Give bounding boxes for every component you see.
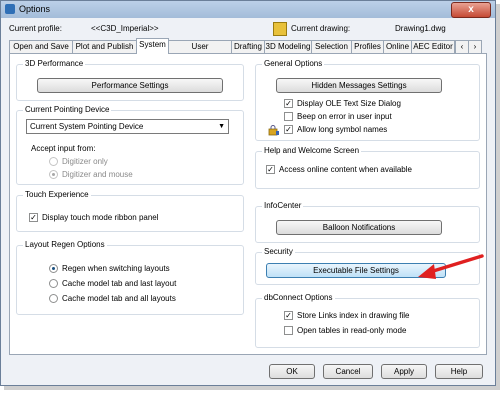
digitizer-only-label: Digitizer only bbox=[62, 157, 108, 166]
tab-scroll-left[interactable]: ‹ bbox=[455, 40, 469, 53]
lock-icon bbox=[268, 125, 279, 136]
cache-last-layout-label: Cache model tab and last layout bbox=[62, 279, 177, 288]
tab-drafting[interactable]: Drafting bbox=[231, 40, 265, 53]
window-title: Options bbox=[19, 4, 51, 14]
apply-button[interactable]: Apply bbox=[381, 364, 427, 379]
digitizer-and-mouse-label: Digitizer and mouse bbox=[62, 170, 133, 179]
touch-ribbon-label: Display touch mode ribbon panel bbox=[42, 213, 159, 222]
beep-on-error-checkbox[interactable]: Beep on error in user input bbox=[284, 112, 392, 121]
chevron-down-icon: ▼ bbox=[218, 123, 225, 130]
dbconnect-title: dbConnect Options bbox=[262, 293, 335, 302]
ok-button[interactable]: OK bbox=[269, 364, 315, 379]
regen-switching-radio[interactable]: Regen when switching layouts bbox=[49, 264, 170, 273]
3d-performance-group: 3D Performance Performance Settings bbox=[16, 59, 244, 101]
long-symbol-names-label: Allow long symbol names bbox=[297, 125, 388, 134]
tab-system[interactable]: System bbox=[136, 38, 169, 54]
radio-icon bbox=[49, 157, 58, 166]
online-content-checkbox[interactable]: ✓ Access online content when available bbox=[266, 165, 412, 174]
long-symbol-names-checkbox[interactable]: ✓ Allow long symbol names bbox=[284, 125, 387, 134]
store-links-label: Store Links index in drawing file bbox=[297, 311, 410, 320]
options-dialog: Options x Current profile: <<C3D_Imperia… bbox=[0, 0, 496, 386]
ole-text-size-label: Display OLE Text Size Dialog bbox=[297, 99, 401, 108]
close-button[interactable]: x bbox=[451, 2, 491, 18]
tab-plot-and-publish[interactable]: Plot and Publish bbox=[72, 40, 137, 53]
beep-on-error-label: Beep on error in user input bbox=[297, 112, 392, 121]
dbconnect-group: dbConnect Options ✓ Store Links index in… bbox=[255, 293, 480, 348]
digitizer-only-radio[interactable]: Digitizer only bbox=[49, 157, 108, 166]
tab-selection[interactable]: Selection bbox=[311, 40, 352, 53]
hidden-messages-button[interactable]: Hidden Messages Settings bbox=[276, 78, 442, 93]
drawing-icon bbox=[273, 22, 287, 36]
layout-regen-group: Layout Regen Options Regen when switchin… bbox=[16, 240, 244, 315]
online-content-label: Access online content when available bbox=[279, 165, 412, 174]
app-icon bbox=[5, 4, 15, 14]
red-arrow-annotation bbox=[418, 254, 484, 279]
tab-3d-modeling[interactable]: 3D Modeling bbox=[264, 40, 312, 53]
cache-all-layouts-label: Cache model tab and all layouts bbox=[62, 294, 176, 303]
checkmark-icon: ✓ bbox=[284, 125, 293, 134]
ole-text-size-checkbox[interactable]: ✓ Display OLE Text Size Dialog bbox=[284, 99, 401, 108]
balloon-notifications-button[interactable]: Balloon Notifications bbox=[276, 220, 442, 235]
touch-experience-title: Touch Experience bbox=[23, 190, 91, 199]
radio-icon bbox=[49, 264, 58, 273]
store-links-checkbox[interactable]: ✓ Store Links index in drawing file bbox=[284, 311, 410, 320]
checkmark-icon: ✓ bbox=[284, 311, 293, 320]
digitizer-and-mouse-radio[interactable]: Digitizer and mouse bbox=[49, 170, 133, 179]
pointing-device-select[interactable]: Current System Pointing Device ▼ bbox=[26, 119, 229, 134]
read-only-tables-checkbox[interactable]: Open tables in read-only mode bbox=[284, 326, 406, 335]
pointing-device-title: Current Pointing Device bbox=[23, 105, 112, 114]
drawing-value: Drawing1.dwg bbox=[395, 24, 446, 33]
checkbox-icon bbox=[284, 326, 293, 335]
security-title: Security bbox=[262, 247, 295, 256]
general-options-title: General Options bbox=[262, 59, 325, 68]
tab-open-and-save[interactable]: Open and Save bbox=[9, 40, 73, 53]
touch-experience-group: Touch Experience ✓ Display touch mode ri… bbox=[16, 190, 244, 232]
general-options-group: General Options Hidden Messages Settings… bbox=[255, 59, 480, 141]
profile-label: Current profile: bbox=[9, 24, 62, 33]
touch-ribbon-checkbox[interactable]: ✓ Display touch mode ribbon panel bbox=[29, 213, 159, 222]
checkmark-icon: ✓ bbox=[29, 213, 38, 222]
infocenter-title: InfoCenter bbox=[262, 201, 304, 210]
help-button[interactable]: Help bbox=[435, 364, 483, 379]
tab-aec-editor[interactable]: AEC Editor bbox=[411, 40, 455, 53]
radio-icon bbox=[49, 279, 58, 288]
cache-all-layouts-radio[interactable]: Cache model tab and all layouts bbox=[49, 294, 176, 303]
read-only-tables-label: Open tables in read-only mode bbox=[297, 326, 407, 335]
title-bar: Options x bbox=[1, 1, 495, 18]
checkmark-icon: ✓ bbox=[266, 165, 275, 174]
pointing-device-group: Current Pointing Device Current System P… bbox=[16, 105, 244, 185]
help-welcome-group: Help and Welcome Screen ✓ Access online … bbox=[255, 146, 480, 189]
cache-last-layout-radio[interactable]: Cache model tab and last layout bbox=[49, 279, 176, 288]
drawing-label: Current drawing: bbox=[291, 24, 351, 33]
help-welcome-title: Help and Welcome Screen bbox=[262, 146, 362, 155]
system-tab-panel: 3D Performance Performance Settings Curr… bbox=[9, 53, 487, 355]
layout-regen-title: Layout Regen Options bbox=[23, 240, 107, 249]
accept-input-label: Accept input from: bbox=[31, 144, 96, 153]
tab-scroll-right[interactable]: › bbox=[468, 40, 482, 53]
performance-settings-button[interactable]: Performance Settings bbox=[37, 78, 223, 93]
tab-online[interactable]: Online bbox=[383, 40, 412, 53]
tab-profiles[interactable]: Profiles bbox=[351, 40, 384, 53]
pointing-device-value: Current System Pointing Device bbox=[30, 122, 144, 131]
profile-value: <<C3D_Imperial>> bbox=[91, 24, 159, 33]
radio-icon bbox=[49, 294, 58, 303]
tab-user-preferences[interactable]: User Preferences bbox=[168, 40, 232, 63]
checkbox-icon bbox=[284, 112, 293, 121]
3d-performance-title: 3D Performance bbox=[23, 59, 86, 68]
regen-switching-label: Regen when switching layouts bbox=[62, 264, 170, 273]
checkmark-icon: ✓ bbox=[284, 99, 293, 108]
radio-icon bbox=[49, 170, 58, 179]
infocenter-group: InfoCenter Balloon Notifications bbox=[255, 201, 480, 243]
cancel-button[interactable]: Cancel bbox=[323, 364, 373, 379]
